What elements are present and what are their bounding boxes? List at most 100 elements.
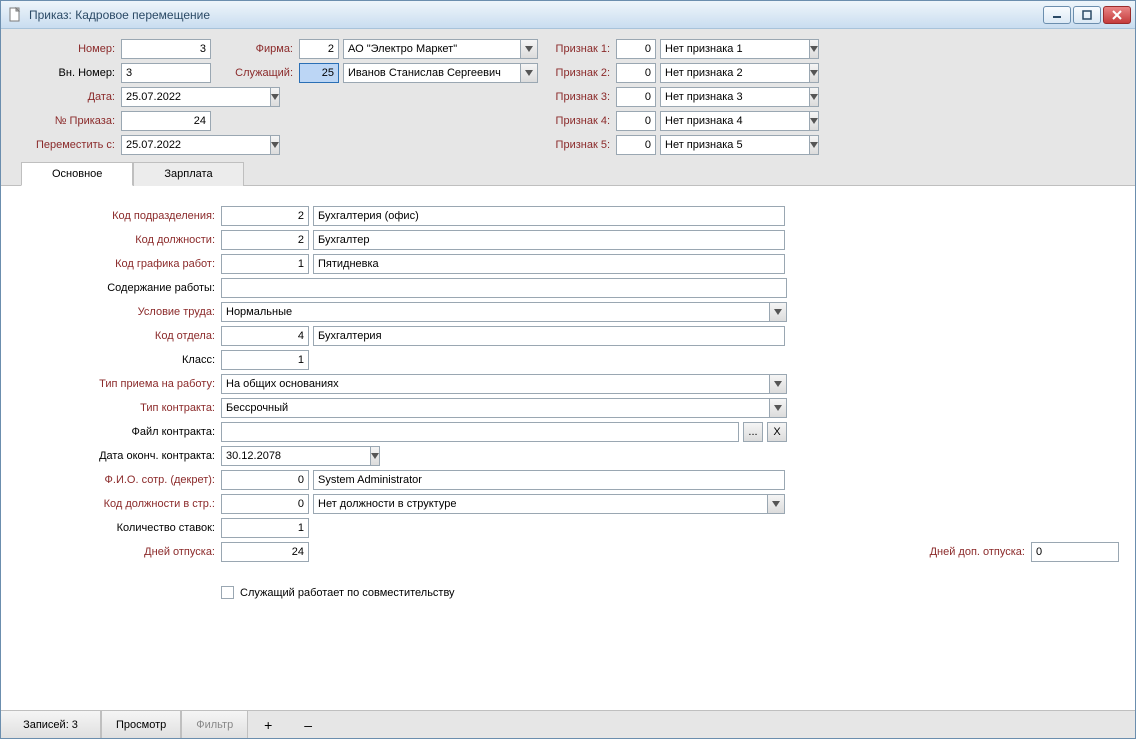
uslovie-dropdown-button[interactable]	[770, 302, 787, 322]
sluzh-label: Служащий:	[215, 67, 295, 79]
file-kontr-input[interactable]	[221, 422, 739, 442]
maximize-button[interactable]	[1073, 6, 1101, 24]
data-input[interactable]	[121, 87, 271, 107]
sovmest-label: Служащий работает по совместительству	[240, 587, 455, 599]
firma-dropdown-button[interactable]	[521, 39, 538, 59]
p1-name-input[interactable]	[660, 39, 810, 59]
tip-kontr-dropdown-button[interactable]	[770, 398, 787, 418]
p5-label: Признак 5:	[542, 139, 612, 151]
tip-priema-input[interactable]	[221, 374, 770, 394]
kod-graf-name-input[interactable]	[313, 254, 785, 274]
p3-code-input[interactable]	[616, 87, 656, 107]
dnei-otp-input[interactable]	[221, 542, 309, 562]
p4-code-input[interactable]	[616, 111, 656, 131]
soderzh-input[interactable]	[221, 278, 787, 298]
tip-kontr-input[interactable]	[221, 398, 770, 418]
kol-stavok-input[interactable]	[221, 518, 309, 538]
tip-priema-label: Тип приема на работу:	[17, 378, 217, 390]
remove-button[interactable]: –	[288, 711, 328, 738]
uslovie-input[interactable]	[221, 302, 770, 322]
p1-dropdown-button[interactable]	[810, 39, 819, 59]
kod-dolzh-str-dropdown-button[interactable]	[768, 494, 785, 514]
dnei-otp-label: Дней отпуска:	[17, 546, 217, 558]
p3-dropdown-button[interactable]	[810, 87, 819, 107]
close-button[interactable]	[1103, 6, 1131, 24]
window-title: Приказ: Кадровое перемещение	[29, 8, 210, 22]
kod-dolzh-str-input[interactable]	[221, 494, 309, 514]
minimize-button[interactable]	[1043, 6, 1071, 24]
file-browse-button[interactable]: ...	[743, 422, 763, 442]
kod-dolzh-label: Код должности:	[17, 234, 217, 246]
add-button[interactable]: +	[248, 711, 288, 738]
p5-code-input[interactable]	[616, 135, 656, 155]
data-okonch-label: Дата оконч. контракта:	[17, 450, 217, 462]
p5-name-input[interactable]	[660, 135, 810, 155]
fio-dekret-name-input[interactable]	[313, 470, 785, 490]
tip-kontr-label: Тип контракта:	[17, 402, 217, 414]
tab-salary[interactable]: Зарплата	[133, 162, 243, 186]
peremestit-label: Переместить с:	[17, 139, 117, 151]
kod-graf-label: Код графика работ:	[17, 258, 217, 270]
dnei-dop-input[interactable]	[1031, 542, 1119, 562]
tab-body-main: Код подразделения: Код должности: Код гр…	[1, 186, 1135, 710]
tip-priema-dropdown-button[interactable]	[770, 374, 787, 394]
data-dropdown-button[interactable]	[271, 87, 280, 107]
p2-code-input[interactable]	[616, 63, 656, 83]
kod-dolzh-str-label: Код должности в стр.:	[17, 498, 217, 510]
header-form: Номер: Фирма: Признак 1: Вн. Номер: Служ…	[1, 29, 1135, 161]
p4-label: Признак 4:	[542, 115, 612, 127]
fio-dekret-label: Ф.И.О. сотр. (декрет):	[17, 474, 217, 486]
sluzh-code-input[interactable]	[299, 63, 339, 83]
kod-dolzh-str-name-input[interactable]	[313, 494, 768, 514]
firma-label: Фирма:	[215, 43, 295, 55]
nomer-label: Номер:	[17, 43, 117, 55]
tabs: Основное Зарплата	[1, 161, 1135, 186]
kod-dolzh-name-input[interactable]	[313, 230, 785, 250]
kol-stavok-label: Количество ставок:	[17, 522, 217, 534]
nomer-input[interactable]	[121, 39, 211, 59]
kod-podr-label: Код подразделения:	[17, 210, 217, 222]
kod-otd-name-input[interactable]	[313, 326, 785, 346]
fio-dekret-code-input[interactable]	[221, 470, 309, 490]
p3-label: Признак 3:	[542, 91, 612, 103]
kod-dolzh-input[interactable]	[221, 230, 309, 250]
kod-otd-input[interactable]	[221, 326, 309, 346]
p2-dropdown-button[interactable]	[810, 63, 819, 83]
data-okonch-input[interactable]	[221, 446, 371, 466]
nprikaza-input[interactable]	[121, 111, 211, 131]
soderzh-label: Содержание работы:	[17, 282, 217, 294]
p1-label: Признак 1:	[542, 43, 612, 55]
file-clear-button[interactable]: X	[767, 422, 787, 442]
data-okonch-dropdown-button[interactable]	[371, 446, 380, 466]
titlebar: Приказ: Кадровое перемещение	[1, 1, 1135, 29]
peremestit-dropdown-button[interactable]	[271, 135, 280, 155]
sluzh-name-input[interactable]	[343, 63, 521, 83]
firma-name-input[interactable]	[343, 39, 521, 59]
kod-podr-name-input[interactable]	[313, 206, 785, 226]
filter-button[interactable]: Фильтр	[181, 711, 248, 738]
uslovie-label: Условие труда:	[17, 306, 217, 318]
tab-main[interactable]: Основное	[21, 162, 133, 186]
peremestit-input[interactable]	[121, 135, 271, 155]
data-label: Дата:	[17, 91, 117, 103]
p5-dropdown-button[interactable]	[810, 135, 819, 155]
klass-label: Класс:	[17, 354, 217, 366]
file-kontr-label: Файл контракта:	[17, 426, 217, 438]
p3-name-input[interactable]	[660, 87, 810, 107]
p2-label: Признак 2:	[542, 67, 612, 79]
nprikaza-label: № Приказа:	[17, 115, 117, 127]
sovmest-checkbox[interactable]	[221, 586, 234, 599]
p4-dropdown-button[interactable]	[810, 111, 819, 131]
view-button[interactable]: Просмотр	[101, 711, 181, 738]
p4-name-input[interactable]	[660, 111, 810, 131]
firma-code-input[interactable]	[299, 39, 339, 59]
vn-nomer-label: Вн. Номер:	[17, 67, 117, 79]
document-icon	[7, 7, 23, 23]
p2-name-input[interactable]	[660, 63, 810, 83]
klass-input[interactable]	[221, 350, 309, 370]
sluzh-dropdown-button[interactable]	[521, 63, 538, 83]
vn-nomer-input[interactable]	[121, 63, 211, 83]
p1-code-input[interactable]	[616, 39, 656, 59]
kod-podr-input[interactable]	[221, 206, 309, 226]
kod-graf-input[interactable]	[221, 254, 309, 274]
